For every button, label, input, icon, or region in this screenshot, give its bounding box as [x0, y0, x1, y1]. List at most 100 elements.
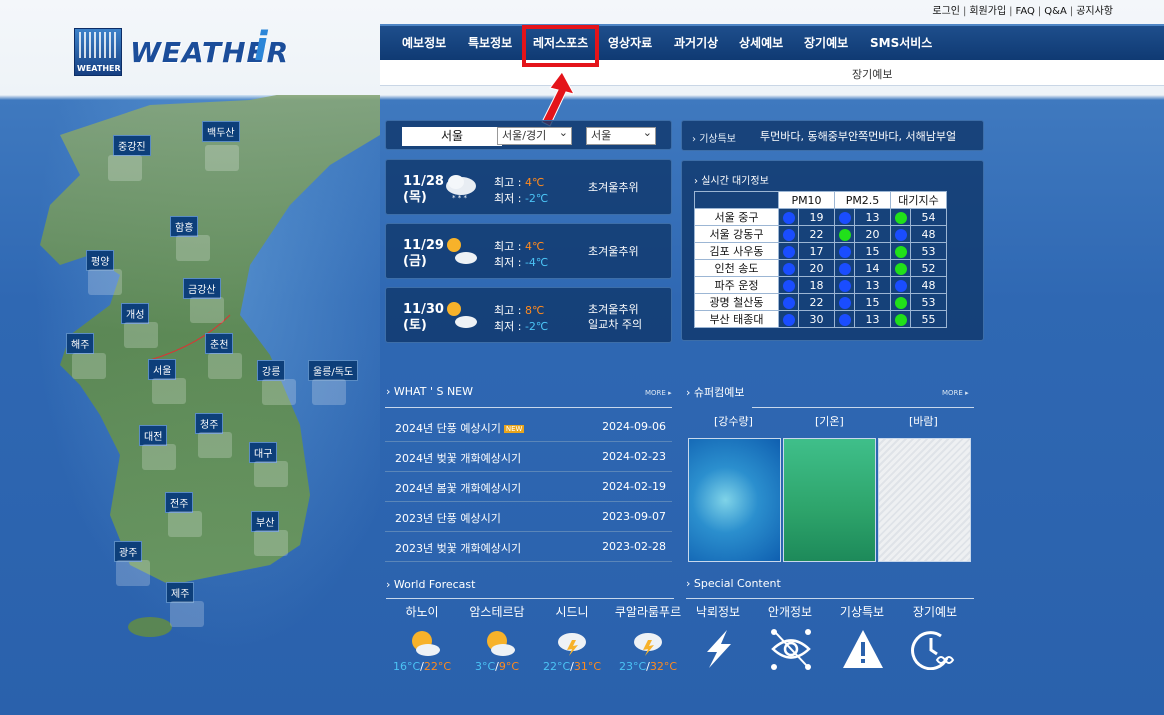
warning-triangle-icon[interactable]: [841, 628, 885, 670]
precipitation-map-image[interactable]: [688, 438, 781, 562]
pm25-value: 13: [854, 276, 891, 294]
region-select[interactable]: 서울/경기: [497, 125, 572, 145]
whats-new-more[interactable]: MORE: [645, 389, 666, 397]
news-item[interactable]: 2024년 단풍 예상시기 NEW 2024-09-06: [385, 412, 672, 442]
special-content-title: Special Content: [693, 577, 781, 590]
city-label-seoul[interactable]: 서울: [148, 359, 177, 380]
nav-long-range-forecast[interactable]: 장기예보: [804, 26, 848, 60]
pm10-value: 20: [798, 259, 835, 277]
supercom-more[interactable]: MORE: [942, 389, 963, 397]
snow-cloud-icon: [142, 444, 176, 470]
news-item[interactable]: 2024년 봄꽃 개화예상시기 2024-02-19: [385, 472, 672, 502]
subnav-long-range-forecast[interactable]: 장기예보: [852, 66, 892, 82]
pm10-status-dot: [782, 279, 795, 292]
city-label-hamheung[interactable]: 함흥: [170, 216, 199, 237]
wind-map-image[interactable]: [878, 438, 971, 562]
aqi-value: 55: [910, 310, 947, 328]
tab-temperature[interactable]: [기온]: [815, 413, 844, 429]
news-title[interactable]: 2024년 봄꽃 개화예상시기: [395, 480, 521, 496]
city-label-ulleung-dokdo[interactable]: 울릉/독도: [308, 360, 359, 381]
special-lightning-label[interactable]: 낙뢰정보: [683, 603, 753, 620]
pm10-status-dot: [782, 262, 795, 275]
city-label-gangneung[interactable]: 강릉: [257, 360, 286, 381]
snow-cloud-icon: [198, 432, 232, 458]
news-title[interactable]: 2024년 벚꽃 개화예상시기: [395, 450, 521, 466]
news-title[interactable]: 2023년 벚꽃 개화예상시기: [395, 540, 521, 556]
rain-cloud-icon: [170, 601, 204, 627]
qna-link[interactable]: Q&A: [1041, 6, 1070, 17]
city-label-gwangju[interactable]: 광주: [114, 541, 143, 562]
nav-past-weather[interactable]: 과거기상: [674, 26, 718, 60]
location-bar: 서울 서울/경기 서울: [385, 120, 672, 150]
news-title[interactable]: 2023년 단풍 예상시기: [395, 510, 501, 526]
site-logo[interactable]: WEATHER WEATHER i: [74, 24, 288, 78]
air-quality-table: PM10 PM2.5 대기지수 서울 중구 19 13 54 서울 강동구 22 20 48 김…: [694, 191, 947, 328]
nav-special-report[interactable]: 특보정보: [468, 26, 512, 60]
sub-nav: 장기예보: [380, 60, 1164, 86]
news-item[interactable]: 2023년 단풍 예상시기 2023-09-07: [385, 502, 672, 532]
city-label-daejeon[interactable]: 대전: [139, 425, 168, 446]
news-date: 2024-09-06: [602, 420, 666, 433]
forecast-desc-2: 일교차 주의: [588, 318, 643, 331]
faq-link[interactable]: FAQ: [1013, 6, 1038, 17]
nav-sms-service[interactable]: SMS서비스: [870, 26, 932, 60]
city-label-baekdusan[interactable]: 백두산: [202, 121, 240, 142]
world-lo-temp: 16°C: [392, 660, 421, 673]
table-row: 김포 사우동 17 15 53: [694, 242, 947, 260]
city-label-haeju[interactable]: 해주: [66, 333, 95, 354]
fog-eye-icon[interactable]: [769, 628, 813, 670]
sun-cloud-icon: [487, 631, 515, 656]
supercom-title: 슈퍼컴예보: [693, 386, 745, 399]
city-label-cheongju[interactable]: 청주: [195, 413, 224, 434]
news-item[interactable]: 2024년 벚꽃 개화예상시기 2024-02-23: [385, 442, 672, 472]
clock-infinity-icon[interactable]: [911, 628, 955, 670]
notice-link[interactable]: 공지사항: [1073, 6, 1116, 17]
city-label-gaeseong[interactable]: 개성: [121, 303, 150, 324]
pm10-status-dot: [782, 313, 795, 326]
city-label-daegu[interactable]: 대구: [249, 442, 278, 463]
world-city-name[interactable]: 하노이: [387, 603, 457, 620]
city-label-busan[interactable]: 부산: [251, 511, 280, 532]
chevron-right-icon: ›: [686, 386, 691, 399]
world-lo-temp: 22°C: [542, 660, 571, 673]
city-select[interactable]: 서울: [586, 125, 656, 145]
lightning-icon[interactable]: [697, 628, 741, 670]
city-label-jeonju[interactable]: 전주: [165, 492, 194, 513]
weather-warning-bar[interactable]: › 기상특보 투먼바다, 동해중부안쪽먼바다, 서해남부얼: [681, 120, 984, 151]
city-label-jeju[interactable]: 제주: [166, 582, 195, 603]
aqi-value: 54: [910, 208, 947, 226]
world-city-name[interactable]: 시드니: [537, 603, 607, 620]
forecast-desc: 초겨울추위: [588, 245, 639, 258]
news-title[interactable]: 2024년 단풍 예상시기 NEW: [395, 420, 525, 436]
forecast-dow: (금): [403, 254, 427, 269]
special-warning-label[interactable]: 기상특보: [827, 603, 897, 620]
nav-forecast-info[interactable]: 예보정보: [402, 26, 446, 60]
tab-wind[interactable]: [바람]: [909, 413, 938, 429]
news-item[interactable]: 2023년 벚꽃 개화예상시기 2023-02-28: [385, 532, 672, 562]
pm25-status-dot: [838, 245, 851, 258]
aqi-status-dot: [894, 245, 907, 258]
world-city-name[interactable]: 쿠알라룸푸르: [613, 603, 683, 620]
logo-i: i: [254, 24, 268, 70]
snow-cloud-icon: [152, 378, 186, 404]
rain-cloud-icon: [312, 379, 346, 405]
temperature-map-image[interactable]: [783, 438, 876, 562]
nav-video-material[interactable]: 영상자료: [608, 26, 652, 60]
hi-label: 최고 :: [494, 304, 525, 317]
aqi-value: 48: [910, 225, 947, 243]
world-hi-temp: 31°C: [573, 660, 602, 673]
city-label-geumgangsan[interactable]: 금강산: [183, 278, 221, 299]
city-label-chuncheon[interactable]: 춘천: [205, 333, 234, 354]
nav-detailed-forecast[interactable]: 상세예보: [739, 26, 783, 60]
city-label-pyongyang[interactable]: 평양: [86, 250, 115, 271]
aqi-value: 52: [910, 259, 947, 277]
signup-link[interactable]: 회원가입: [966, 6, 1009, 17]
world-city-name[interactable]: 암스테르담: [462, 603, 532, 620]
pm10-status-dot: [782, 296, 795, 309]
tab-precipitation[interactable]: [강수량]: [714, 413, 753, 429]
special-fog-label[interactable]: 안개정보: [755, 603, 825, 620]
login-link[interactable]: 로그인: [929, 6, 963, 17]
chevron-right-icon: ›: [694, 176, 698, 187]
city-label-junggangjin[interactable]: 중강진: [113, 135, 151, 156]
special-long-range-label[interactable]: 장기예보: [900, 603, 970, 620]
